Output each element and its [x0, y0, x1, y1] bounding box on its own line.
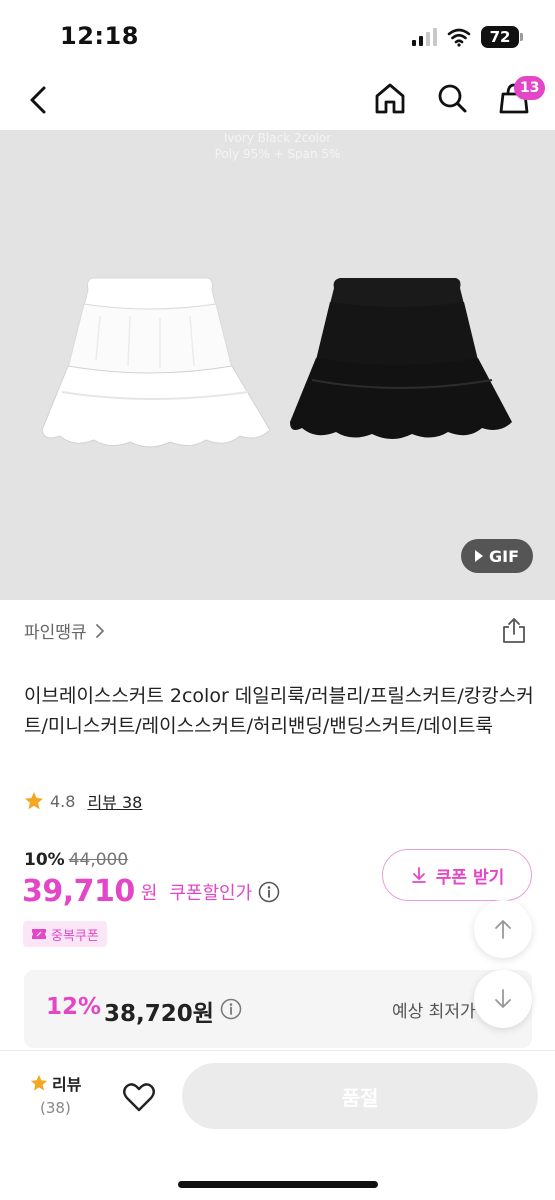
home-icon[interactable] — [372, 80, 408, 116]
lowest-discount-rate: 12% — [46, 994, 102, 1020]
original-price: 44,000 — [68, 850, 129, 870]
bottom-review-label: 리뷰 — [52, 1075, 82, 1094]
price-unit: 원 — [140, 882, 158, 904]
bottom-review-count: (38) — [40, 1099, 71, 1117]
rating-score: 4.8 — [50, 791, 76, 811]
scroll-to-bottom-button[interactable] — [474, 970, 532, 1028]
chevron-right-icon — [95, 623, 104, 638]
status-time: 12:18 — [60, 22, 139, 50]
brand-row: 파인땡큐 — [0, 610, 555, 650]
review-link[interactable]: 리뷰 38 — [87, 789, 142, 813]
coupon-button-label: 쿠폰 받기 — [435, 867, 505, 888]
product-image[interactable]: Ivory Black 2color Poly 95% + Span 5% GI… — [0, 130, 555, 600]
brand-link[interactable]: 파인땡큐 — [24, 618, 105, 643]
share-icon[interactable] — [500, 616, 528, 644]
search-icon[interactable] — [434, 80, 470, 116]
lowest-price: 38,720원 — [104, 1001, 214, 1027]
discount-rate: 10% — [24, 850, 65, 870]
rating-row: 4.8 리뷰 38 — [24, 788, 142, 814]
coupon-icon — [32, 929, 46, 939]
bottom-review-button[interactable]: 리뷰 — [30, 1071, 81, 1095]
home-indicator — [178, 1181, 378, 1188]
download-icon — [411, 867, 426, 883]
status-indicators: 72 — [412, 24, 523, 50]
back-arrow-icon[interactable] — [22, 82, 58, 118]
discount-row: 10% 44,000 — [24, 850, 128, 870]
lowest-price-label: 예상 최저가 — [392, 1002, 476, 1022]
scroll-to-top-button[interactable] — [474, 900, 532, 958]
brand-name: 파인땡큐 — [24, 623, 87, 643]
play-icon — [474, 550, 483, 562]
cart-count-badge: 13 — [514, 76, 546, 100]
star-icon — [30, 1074, 48, 1091]
status-bar: 12:18 72 — [0, 0, 555, 72]
coupon-download-button[interactable]: 쿠폰 받기 — [382, 849, 532, 901]
gif-button[interactable]: GIF — [461, 539, 533, 573]
heart-icon[interactable] — [121, 1079, 157, 1115]
cellular-signal-icon — [412, 28, 437, 46]
price-row: 39,710 원 쿠폰할인가 — [22, 874, 280, 909]
sale-price: 39,710 — [22, 874, 135, 909]
info-icon[interactable] — [258, 881, 280, 903]
arrow-up-icon — [495, 920, 511, 939]
ivory-skirt — [41, 277, 271, 448]
battery-icon: 72 — [481, 26, 523, 48]
coupon-price-label: 쿠폰할인가 — [169, 882, 253, 904]
arrow-down-icon — [495, 989, 511, 1008]
wifi-icon — [447, 28, 471, 47]
soldout-button[interactable]: 품절 — [182, 1063, 538, 1129]
product-title: 이브레이스스커트 2color 데일리룩/러블리/프릴스커트/캉캉스커트/미니스… — [24, 685, 534, 737]
expected-lowest-price-box[interactable]: 12% 38,720원 예상 최저가 — [24, 970, 532, 1048]
black-skirt — [290, 278, 512, 439]
star-icon — [25, 792, 43, 810]
duplicate-coupon-label: 중복쿠폰 — [51, 928, 99, 944]
skirt-photo — [41, 277, 512, 448]
duplicate-coupon-badge: 중복쿠폰 — [23, 921, 107, 947]
info-icon[interactable] — [220, 998, 242, 1020]
nav-bar — [0, 72, 555, 130]
gif-label: GIF — [488, 546, 519, 566]
bottom-action-bar: 리뷰 (38) 품절 — [0, 1050, 555, 1200]
